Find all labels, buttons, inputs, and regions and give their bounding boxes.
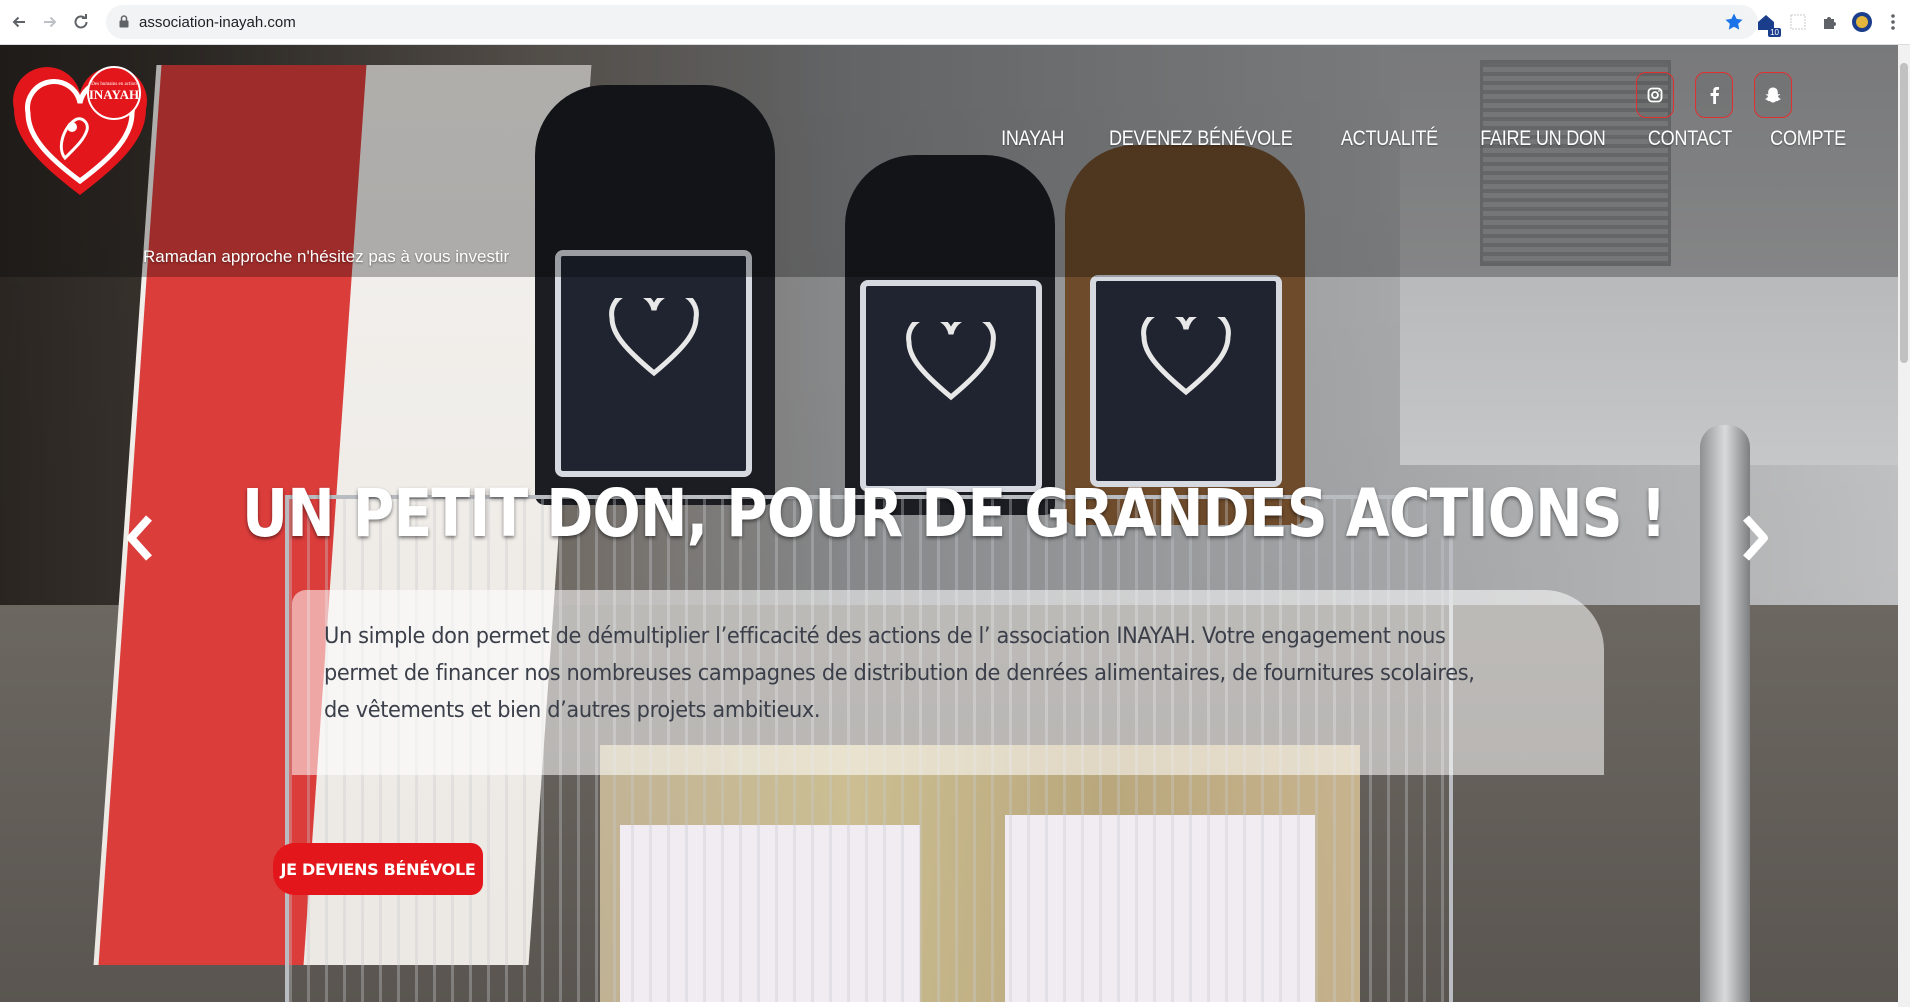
extension-house-button[interactable]: 10 bbox=[1753, 9, 1781, 37]
nav-item-devenez-benevole[interactable]: DEVENEZ BÉNÉVOLE bbox=[1109, 127, 1293, 151]
reload-button[interactable] bbox=[68, 9, 94, 35]
forward-button[interactable] bbox=[37, 9, 63, 35]
nav-item-inayah[interactable]: INAYAH bbox=[1001, 127, 1064, 151]
slider-next-button[interactable] bbox=[1735, 508, 1775, 568]
chevron-left-icon bbox=[127, 515, 152, 561]
kebab-menu-icon bbox=[1891, 14, 1895, 30]
tagline-text: Ramadan approche n'hésitez pas à vous in… bbox=[143, 247, 510, 266]
arrow-right-icon bbox=[44, 16, 57, 28]
volunteer-vest bbox=[860, 280, 1042, 492]
header-overlay bbox=[0, 45, 1898, 277]
scrollbar-thumb[interactable] bbox=[1900, 63, 1908, 363]
heart-icon bbox=[906, 322, 996, 401]
hero-slider: INAYAH Des humains en action Ramadan app… bbox=[0, 45, 1898, 1002]
snapchat-icon bbox=[1765, 87, 1781, 103]
nav-item-faire-un-don[interactable]: FAIRE UN DON bbox=[1481, 127, 1607, 151]
slide-description: Un simple don permet de démultiplier l’e… bbox=[324, 623, 1475, 723]
page-bottom-edge bbox=[0, 1002, 1898, 1007]
avatar-icon bbox=[1852, 12, 1872, 32]
arrow-left-icon bbox=[12, 16, 25, 28]
volunteer-vest bbox=[1090, 275, 1282, 487]
browser-toolbar: association-inayah.com 10 bbox=[0, 0, 1910, 45]
chevron-right-icon bbox=[1743, 515, 1768, 561]
bookmark-star-icon[interactable] bbox=[1724, 12, 1744, 32]
puzzle-icon bbox=[1824, 17, 1836, 29]
heart-logo-icon: INAYAH Des humains en action bbox=[13, 66, 147, 195]
page-scrollbar[interactable] bbox=[1898, 45, 1910, 1007]
profile-avatar[interactable] bbox=[1849, 9, 1875, 35]
facebook-icon bbox=[1710, 87, 1719, 104]
snapchat-link[interactable] bbox=[1754, 72, 1792, 118]
instagram-icon bbox=[1647, 87, 1663, 103]
heart-icon bbox=[1141, 317, 1231, 396]
social-links bbox=[1636, 72, 1792, 118]
nav-item-actualite[interactable]: ACTUALITÉ bbox=[1340, 127, 1437, 151]
logo-name: INAYAH bbox=[89, 87, 139, 102]
instagram-link[interactable] bbox=[1636, 72, 1674, 118]
reload-icon bbox=[74, 14, 88, 29]
volunteer-vest bbox=[555, 250, 752, 477]
become-volunteer-button[interactable]: JE DEVIENS BÉNÉVOLE bbox=[273, 843, 483, 895]
slide-title: UN PETIT DON, POUR DE GRANDES ACTIONS ! bbox=[242, 475, 1667, 552]
extension-badge: 10 bbox=[1768, 28, 1781, 37]
back-button[interactable] bbox=[6, 9, 32, 35]
heart-icon bbox=[608, 297, 699, 376]
extensions-button[interactable] bbox=[1817, 9, 1843, 35]
browser-menu-button[interactable] bbox=[1880, 9, 1906, 35]
nav-item-compte[interactable]: COMPTE bbox=[1770, 127, 1846, 151]
extension-placeholder-button[interactable] bbox=[1785, 9, 1811, 35]
address-bar[interactable]: association-inayah.com bbox=[106, 5, 1758, 39]
nav-item-contact[interactable]: CONTACT bbox=[1648, 127, 1732, 151]
slider-prev-button[interactable] bbox=[120, 508, 160, 568]
lock-icon bbox=[119, 15, 129, 28]
grid-icon bbox=[1790, 14, 1806, 30]
facebook-link[interactable] bbox=[1695, 72, 1733, 118]
logo-slogan: Des humains en action bbox=[91, 82, 137, 87]
site-logo[interactable]: INAYAH Des humains en action bbox=[10, 63, 150, 203]
main-navigation: INAYAH DEVENEZ BÉNÉVOLE ACTUALITÉ FAIRE … bbox=[996, 127, 1852, 151]
url-text: association-inayah.com bbox=[139, 14, 296, 31]
